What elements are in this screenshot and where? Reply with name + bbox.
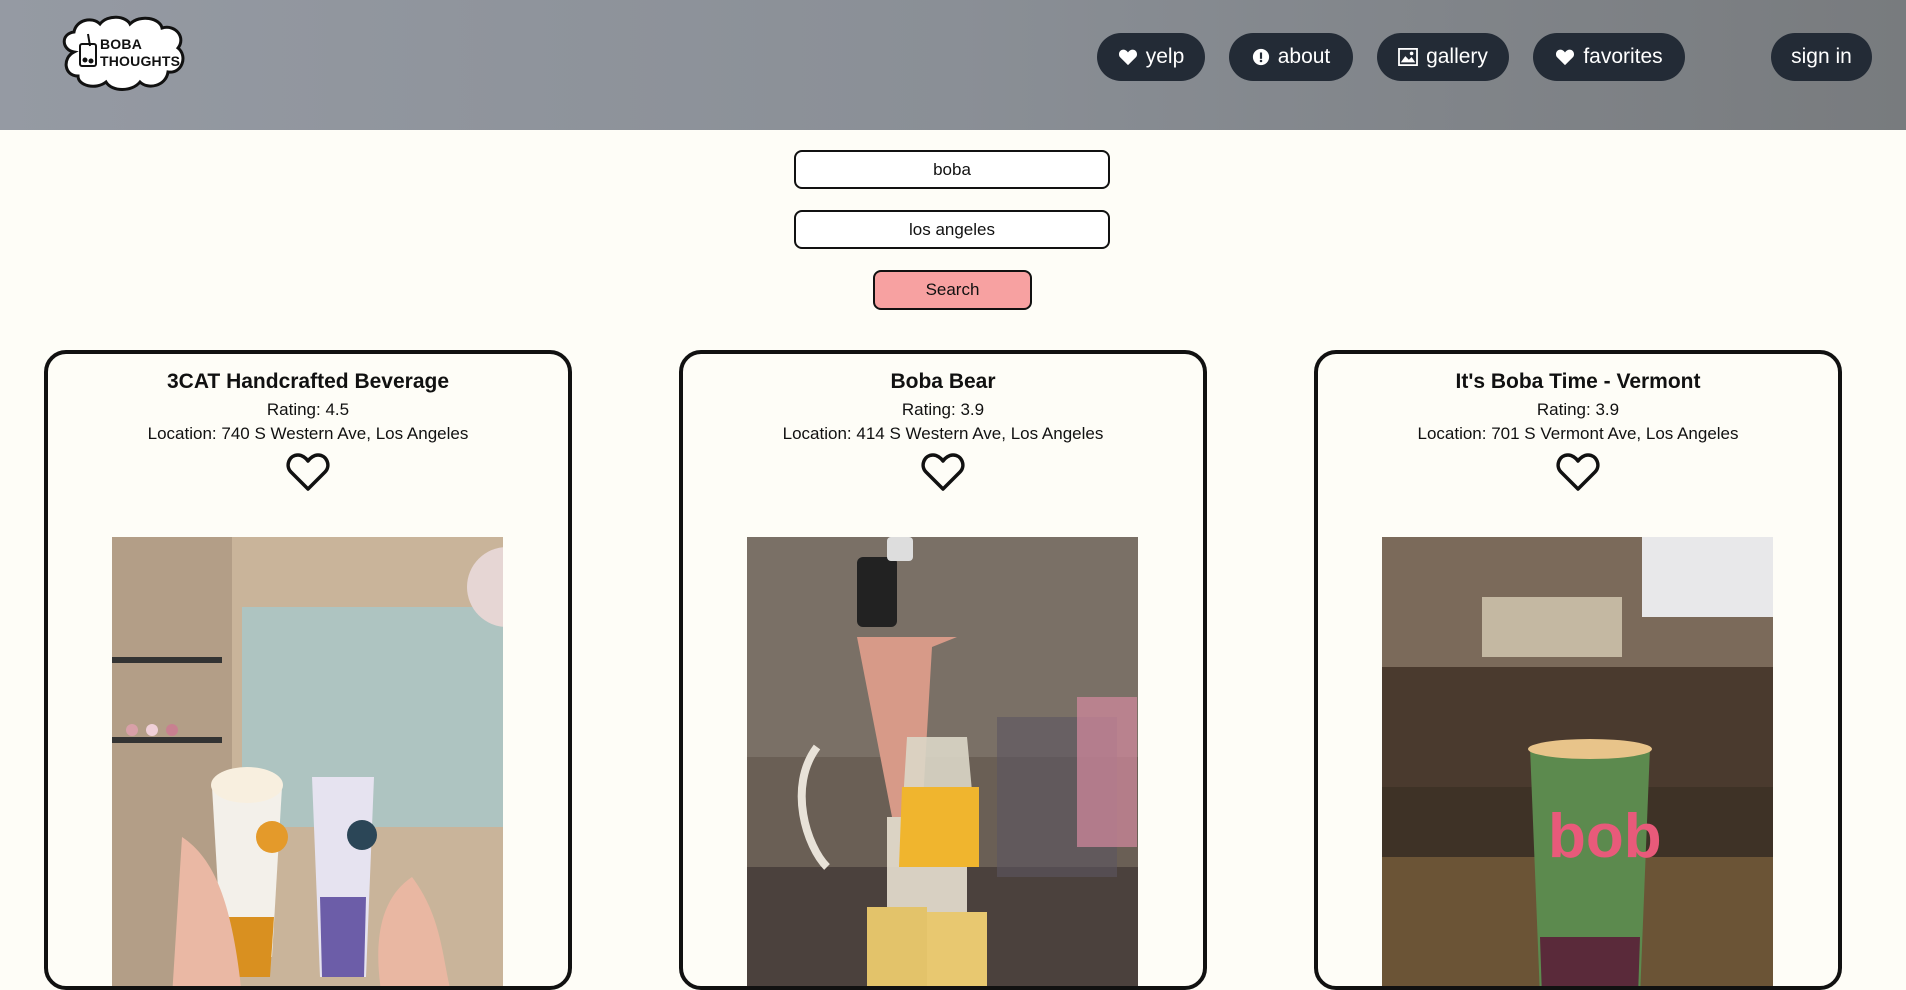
shop-rating: Rating: 4.5 — [266, 400, 350, 419]
shop-rating: Rating: 3.9 — [1536, 400, 1620, 419]
heart-icon — [1555, 48, 1575, 66]
nav-gallery-button[interactable]: gallery — [1377, 33, 1509, 81]
shop-photo: bob — [1382, 537, 1773, 986]
nav-about-button[interactable]: about — [1229, 33, 1353, 81]
logo-text-line1: BOBA — [100, 36, 143, 52]
shop-rating: Rating: 3.9 — [901, 400, 985, 419]
result-card: 3CAT Handcrafted Beverage Rating: 4.5 Lo… — [44, 350, 572, 990]
nav-yelp-button[interactable]: yelp — [1097, 33, 1205, 81]
favorite-heart-icon[interactable] — [286, 452, 330, 492]
nav-yelp-label: yelp — [1145, 45, 1185, 68]
result-card: Boba Bear Rating: 3.9 Location: 414 S We… — [679, 350, 1207, 990]
svg-text:bob: bob — [1548, 802, 1662, 871]
logo-text: BOBA THOUGHTS — [100, 36, 180, 70]
heart-icon — [1118, 48, 1138, 66]
search-term-input[interactable]: boba — [794, 150, 1110, 189]
sign-in-label: sign in — [1791, 45, 1852, 68]
search-button[interactable]: Search — [873, 270, 1032, 310]
shop-location: Location: 414 S Western Ave, Los Angeles — [782, 424, 1104, 443]
shop-location: Location: 701 S Vermont Ave, Los Angeles — [1417, 424, 1739, 443]
shop-photo — [747, 537, 1138, 986]
nav-about-label: about — [1277, 45, 1331, 68]
nav-favorites-label: favorites — [1583, 45, 1663, 68]
favorite-heart-icon[interactable] — [1556, 452, 1600, 492]
shop-name: Boba Bear — [890, 370, 996, 393]
nav-favorites-button[interactable]: favorites — [1533, 33, 1685, 81]
result-card: It's Boba Time - Vermont Rating: 3.9 Loc… — [1314, 350, 1842, 990]
search-location-input[interactable]: los angeles — [794, 210, 1110, 249]
logo-text-line2: THOUGHTS — [100, 53, 181, 69]
shop-location: Location: 740 S Western Ave, Los Angeles — [147, 424, 469, 443]
sign-in-button[interactable]: sign in — [1771, 33, 1872, 81]
shop-name: 3CAT Handcrafted Beverage — [166, 370, 450, 393]
favorite-heart-icon[interactable] — [921, 452, 965, 492]
shop-name: It's Boba Time - Vermont — [1455, 370, 1701, 393]
top-header: BOBA THOUGHTS yelp about gallery favorit… — [0, 0, 1906, 130]
boba-thoughts-logo[interactable]: BOBA THOUGHTS — [56, 12, 190, 96]
info-icon — [1252, 48, 1270, 66]
shop-photo — [112, 537, 503, 986]
image-icon — [1398, 48, 1418, 66]
nav-gallery-label: gallery — [1426, 45, 1488, 68]
